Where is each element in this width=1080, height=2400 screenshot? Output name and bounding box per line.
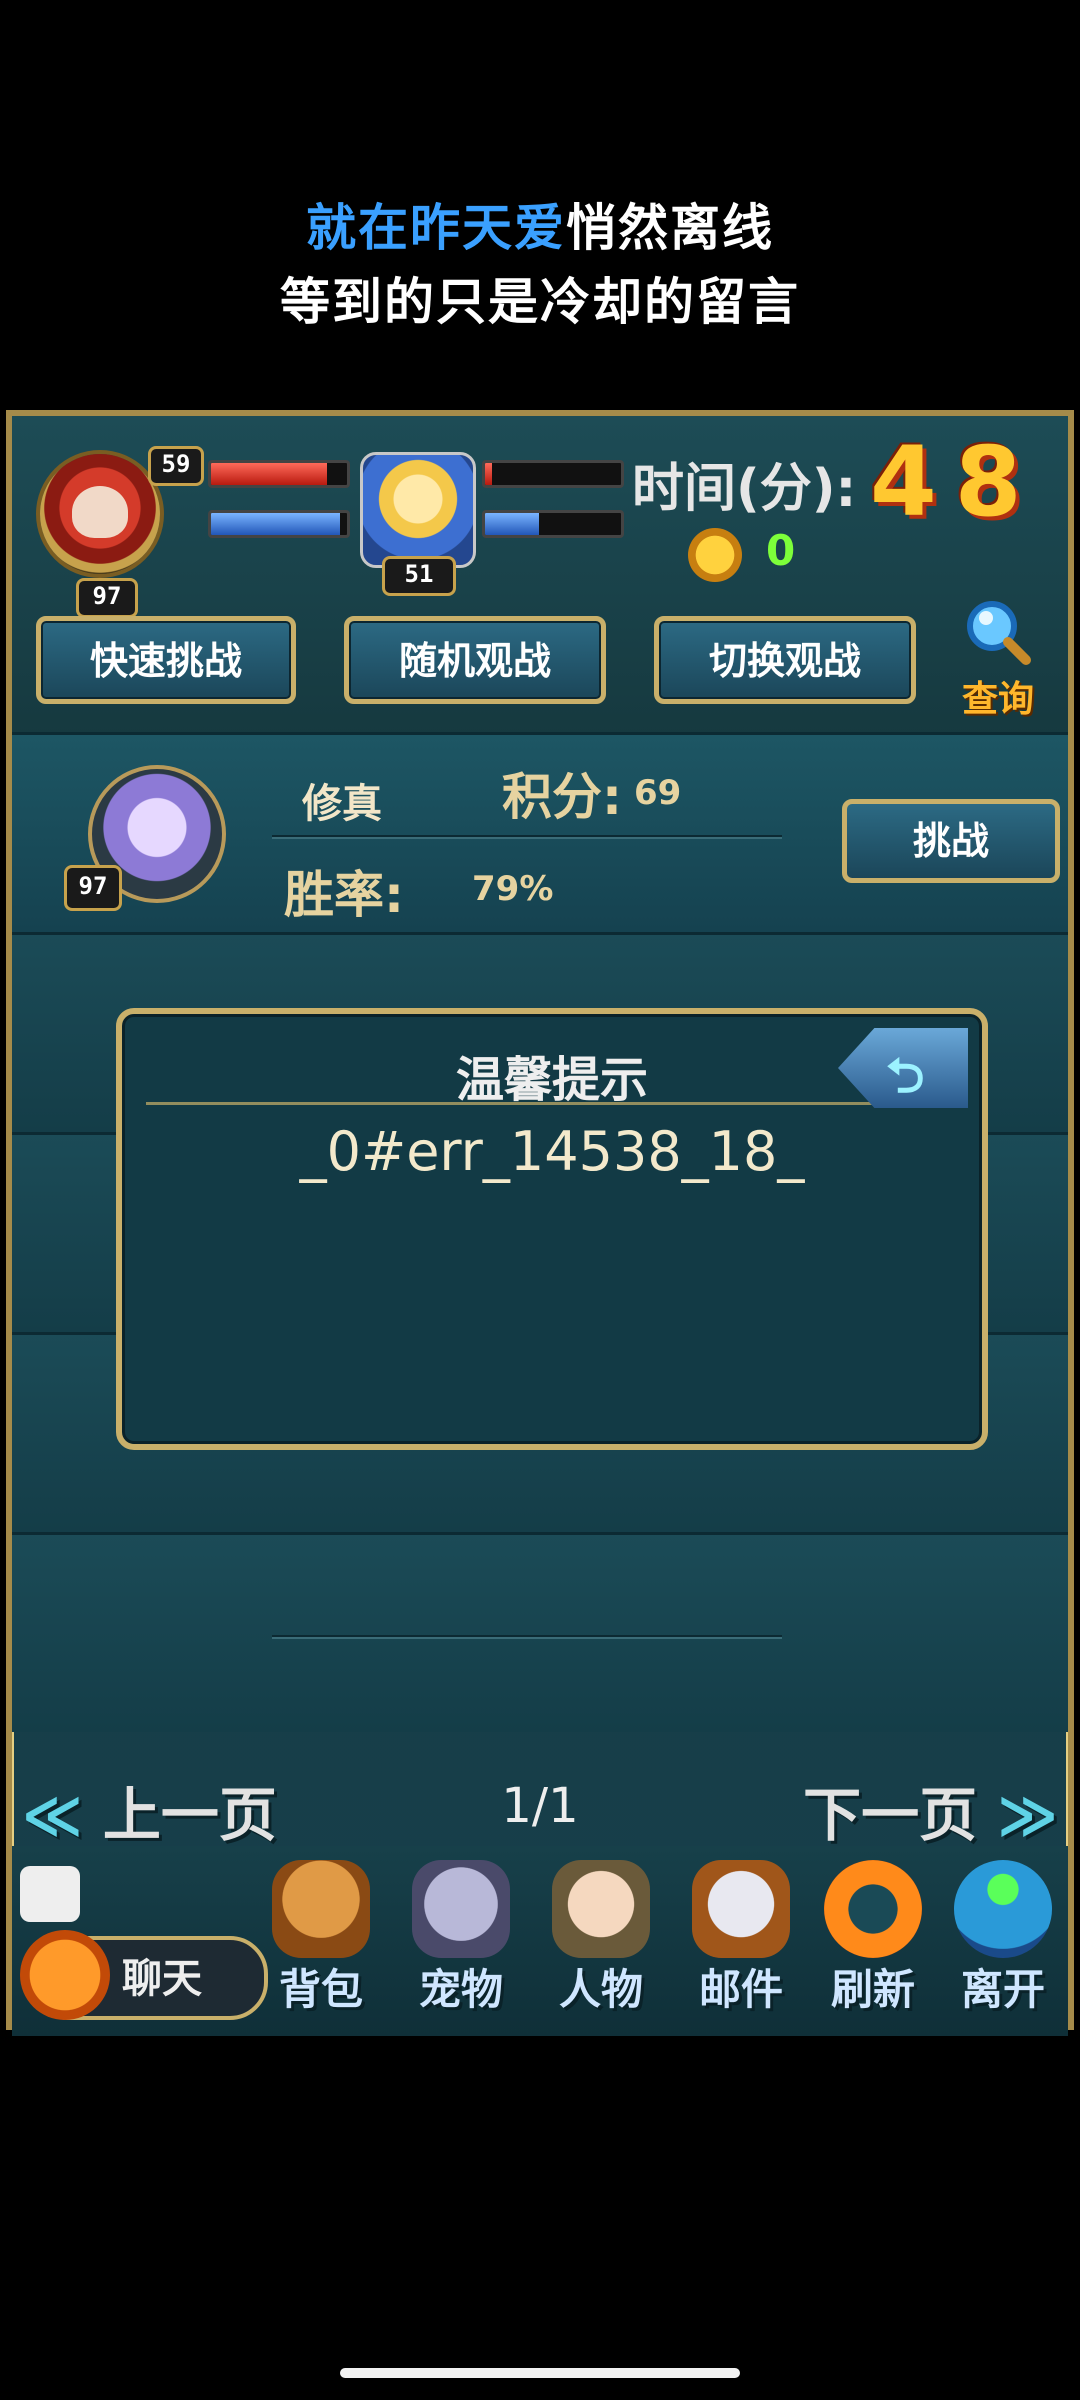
chat-label[interactable]: 聊天 bbox=[122, 1946, 202, 2004]
player-mp-fill bbox=[211, 513, 341, 535]
score-value: 69 bbox=[634, 773, 682, 813]
player-level-badge: 59 bbox=[148, 446, 204, 486]
character-button[interactable]: 人物 bbox=[536, 1846, 666, 2026]
switch-watch-button[interactable]: 切换观战 bbox=[654, 616, 916, 704]
lyric-line-2: 等到的只是冷却的留言 bbox=[280, 273, 800, 331]
dialog-message: _0#err_14538_18_ bbox=[299, 1120, 805, 1183]
mail-button[interactable]: 邮件 bbox=[676, 1846, 806, 2026]
mail-label: 邮件 bbox=[698, 1965, 783, 2014]
character-label: 人物 bbox=[558, 1965, 643, 2014]
pet-portrait[interactable] bbox=[360, 452, 476, 568]
row-divider bbox=[272, 835, 782, 837]
pet-hp-bar bbox=[482, 460, 624, 488]
lyric-rest: 悄然离线 bbox=[566, 199, 774, 257]
opponent-name: 修真 bbox=[302, 781, 382, 827]
pet-button[interactable]: 宠物 bbox=[396, 1846, 526, 2026]
time-label: 时间(分): bbox=[632, 459, 857, 519]
lyric-line-1: 就在昨天爱悄然离线 bbox=[0, 188, 1080, 260]
search-icon[interactable] bbox=[962, 596, 1032, 666]
challenge-button[interactable]: 挑战 bbox=[842, 799, 1060, 883]
refresh-label: 刷新 bbox=[830, 1965, 915, 2014]
pet-mp-bar bbox=[482, 510, 624, 538]
coin-value: 0 bbox=[766, 526, 796, 575]
pager: ≪ 上一页 1/1 下一页 ≫ bbox=[12, 1756, 1068, 1856]
home-indicator[interactable] bbox=[340, 2368, 740, 2378]
refresh-icon bbox=[824, 1860, 922, 1958]
player-hp-bar bbox=[208, 460, 350, 488]
back-arrow-icon: ⮌ bbox=[886, 1048, 925, 1104]
pet-icon bbox=[412, 1860, 510, 1958]
row-divider bbox=[272, 1635, 782, 1637]
dialog-divider bbox=[146, 1102, 882, 1105]
random-watch-button[interactable]: 随机观战 bbox=[344, 616, 606, 704]
skull-icon bbox=[72, 486, 128, 538]
game-window: 59 97 51 时间(分): 48 0 快速挑战 随机观战 切换观战 查询 9… bbox=[6, 410, 1074, 2036]
backpack-label: 背包 bbox=[278, 1965, 363, 2014]
refresh-button[interactable]: 刷新 bbox=[808, 1846, 938, 2026]
time-value: 48 bbox=[870, 426, 1040, 538]
chat-bubble-icon bbox=[20, 1866, 80, 1922]
backpack-button[interactable]: 背包 bbox=[256, 1846, 386, 2026]
pet-label: 宠物 bbox=[418, 1965, 503, 2014]
exit-label: 离开 bbox=[960, 1965, 1045, 2014]
winrate-value: 79% bbox=[472, 869, 554, 909]
lyric-highlight: 就在昨天爱 bbox=[306, 199, 566, 257]
mail-icon bbox=[692, 1860, 790, 1958]
coin-icon bbox=[688, 528, 742, 582]
next-page-label: 下一页 bbox=[803, 1781, 978, 1849]
score-label: 积分: bbox=[502, 768, 622, 826]
pet-hp-fill bbox=[485, 463, 492, 485]
opponent-level-badge: 97 bbox=[64, 865, 122, 911]
pumpkin-icon bbox=[20, 1930, 110, 2020]
pet-mp-fill bbox=[485, 513, 540, 535]
winrate-label: 胜率: bbox=[284, 866, 404, 924]
empty-row bbox=[12, 1532, 1068, 1732]
quick-challenge-button[interactable]: 快速挑战 bbox=[36, 616, 296, 704]
exit-button[interactable]: 离开 bbox=[938, 1846, 1068, 2026]
exit-icon bbox=[954, 1860, 1052, 1958]
hud: 59 97 51 时间(分): 48 0 快速挑战 随机观战 切换观战 查询 bbox=[12, 416, 1068, 736]
bottom-toolbar: 聊天 背包 宠物 人物 邮件 刷新 离开 bbox=[12, 1846, 1068, 2036]
pet-level-badge: 51 bbox=[382, 556, 456, 596]
player-avatar[interactable]: 59 97 bbox=[20, 440, 204, 618]
double-right-arrow-icon: ≫ bbox=[997, 1781, 1058, 1849]
opponent-row[interactable]: 97 修真 积分: 69 胜率: 79% 挑战 bbox=[12, 732, 1068, 932]
backpack-icon bbox=[272, 1860, 370, 1958]
player-mp-bar bbox=[208, 510, 350, 538]
player-hp-fill bbox=[211, 463, 327, 485]
player-rank-badge: 97 bbox=[76, 578, 138, 618]
next-page-button[interactable]: 下一页 ≫ bbox=[803, 1768, 1058, 1852]
character-icon bbox=[552, 1860, 650, 1958]
search-label[interactable]: 查询 bbox=[962, 670, 1034, 722]
tip-dialog: 温馨提示 _0#err_14538_18_ ⮌ bbox=[116, 1008, 988, 1450]
